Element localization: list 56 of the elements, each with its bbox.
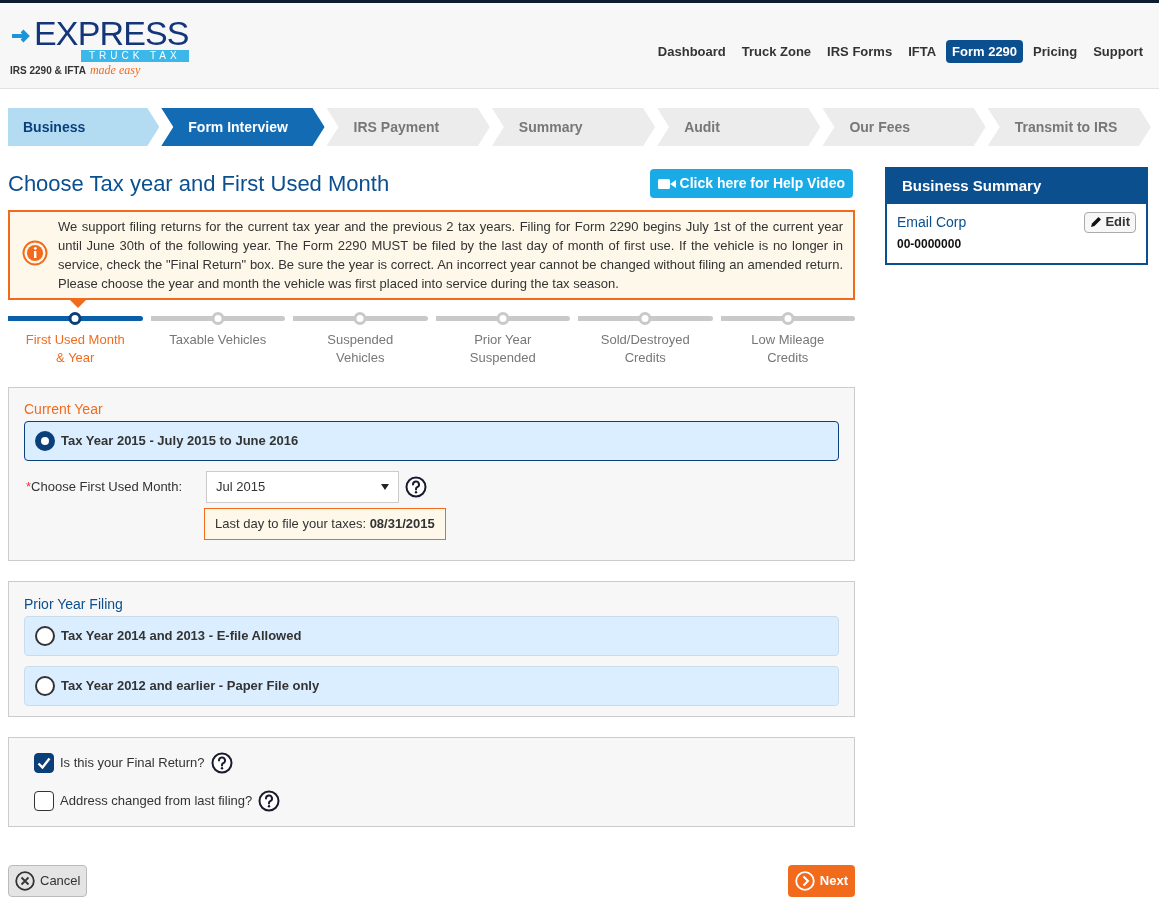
month-select[interactable]: Jul 2015 — [206, 471, 399, 503]
radio-button[interactable] — [35, 675, 55, 696]
step-tab[interactable]: Our Fees — [822, 108, 986, 146]
help-icon[interactable] — [210, 751, 233, 774]
progress-step-label: Sold/Destroyed Credits — [599, 331, 691, 367]
radio-button[interactable] — [35, 625, 55, 646]
step-tab[interactable]: Transmit to IRS — [987, 108, 1151, 146]
progress-step-label: Prior Year Suspended — [468, 331, 537, 367]
nav-link[interactable]: Form 2290 — [946, 39, 1024, 64]
checkbox[interactable] — [34, 790, 54, 811]
radio-button[interactable] — [35, 431, 55, 451]
info-text: We support filing returns for the current tax year and the previous 2 tax years. Filing for Form 2290 begins July 1st of the current year until June 30th of the following year. The Form 2290 MUST be filed by the last day of month of first use. If the vehicle is no longer in service, check the "Final Return" box. Be sure the year is correct. An incorrect year cannot be changed without filing an amended return. Please choose the year and month the vehicle was first placed into service during the tax season. — [58, 218, 843, 293]
business-ein: 00-0000000 — [897, 235, 963, 253]
field-label: *Choose First Used Month: — [26, 478, 184, 497]
info-icon — [22, 240, 48, 266]
help-icon[interactable] — [405, 476, 427, 498]
caret-icon — [381, 484, 389, 490]
business-name: Email Corp — [897, 212, 967, 232]
card-title: Business Summary — [887, 169, 1146, 204]
close-icon — [15, 870, 35, 891]
step-tab[interactable]: IRS Payment — [326, 108, 490, 146]
year-option[interactable]: Tax Year 2012 and earlier - Paper File only — [24, 665, 839, 706]
logo-wordmark: EXPRESS — [34, 15, 189, 50]
year-option[interactable]: Tax Year 2014 and 2013 - E-file Allowed — [24, 615, 839, 656]
chevron-right-icon — [794, 870, 815, 891]
checkbox[interactable] — [34, 752, 54, 773]
edit-button[interactable]: Edit — [1084, 211, 1136, 233]
progress-step-label: Taxable Vehicles — [168, 331, 268, 349]
deadline-notice: Last day to file your taxes: 08/31/2015 — [204, 508, 446, 540]
progress-step-label: First Used Month & Year — [24, 331, 126, 367]
video-camera-icon — [657, 177, 676, 190]
checkbox-label: Is this your Final Return? — [60, 753, 205, 772]
step-tab[interactable]: Business — [8, 108, 160, 146]
year-option[interactable]: Tax Year 2015 - July 2015 to June 2016 — [24, 421, 839, 461]
nav-link[interactable]: Support — [1087, 39, 1149, 64]
nav-link[interactable]: IFTA — [902, 39, 943, 64]
step-tab[interactable]: Form Interview — [161, 108, 325, 146]
progress-step-label: Suspended Vehicles — [326, 331, 395, 367]
page-title: Choose Tax year and First Used Month — [8, 170, 390, 198]
step-tab[interactable]: Summary — [491, 108, 656, 146]
logo-subtitle: TRUCK TAX — [80, 49, 189, 62]
logo[interactable]: EXPRESS TRUCK TAX IRS 2290 & IFTA made easy — [10, 15, 189, 76]
progress-step-label: Low Mileage Credits — [750, 331, 826, 367]
nav-link[interactable]: Truck Zone — [735, 39, 818, 64]
nav-link[interactable]: IRS Forms — [821, 39, 899, 64]
logo-tagline: IRS 2290 & IFTA — [10, 65, 86, 76]
pencil-icon — [1090, 216, 1103, 228]
logo-slogan: made easy — [89, 63, 141, 76]
step-tab[interactable]: Audit — [657, 108, 821, 146]
checkbox-label: Address changed from last filing? — [60, 791, 253, 810]
cancel-button[interactable]: Cancel — [8, 864, 88, 897]
nav-link[interactable]: Pricing — [1027, 39, 1084, 64]
help-icon[interactable] — [258, 789, 281, 812]
section-heading: Prior Year Filing — [24, 594, 124, 614]
section-heading: Current Year — [24, 400, 104, 419]
nav-link[interactable]: Dashboard — [651, 39, 732, 64]
